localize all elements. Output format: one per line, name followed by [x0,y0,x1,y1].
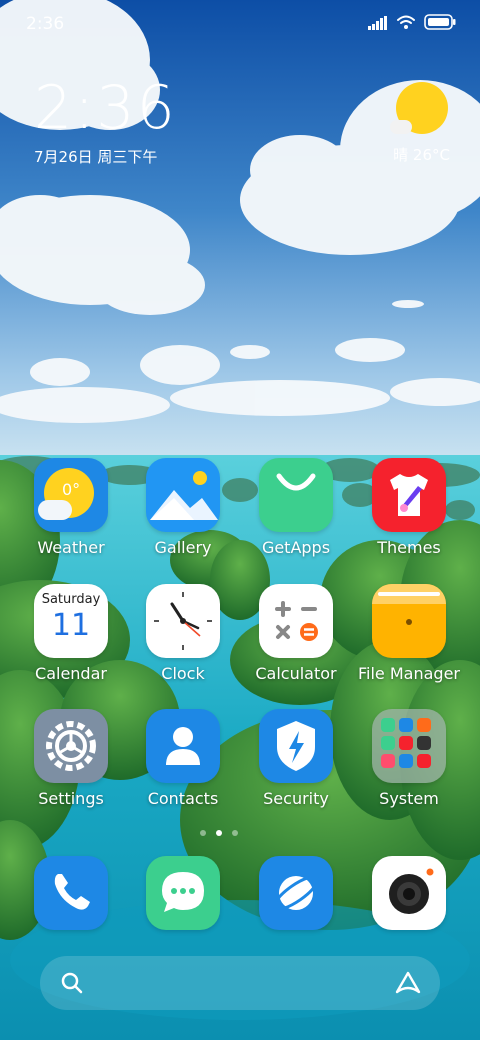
clock-face-icon [146,584,220,658]
calendar-icon: Saturday 11 [34,584,108,658]
dock-browser[interactable] [241,856,351,930]
app-label: Security [263,789,329,808]
app-settings[interactable]: Settings [16,709,126,808]
app-label: Themes [377,538,441,557]
calendar-icon-day: Saturday [41,592,101,607]
phone-icon [34,856,108,930]
app-label: Weather [37,538,105,557]
person-icon [146,709,220,783]
app-file-manager[interactable]: File Manager [354,584,464,683]
app-security[interactable]: Security [241,709,351,808]
clock-widget-date[interactable]: 7月26日 周三下午 [34,146,157,167]
status-bar: 2:36 [0,0,480,48]
chat-bubble-icon [146,856,220,930]
gear-icon [34,709,108,783]
app-folder-icon [372,709,446,783]
weather-app-temp: 0° [62,480,81,499]
app-label: Clock [161,664,205,683]
clock-widget-time[interactable]: 2:36 [34,78,177,138]
page-dot[interactable] [232,830,238,836]
shopping-bag-icon [259,458,333,532]
app-weather[interactable]: 0° Weather [16,458,126,557]
dock-phone[interactable] [16,856,126,930]
page-dot-current[interactable] [216,830,222,836]
folder-icon [372,584,446,658]
calculator-icon [259,584,333,658]
sun-cloud-icon [389,82,448,134]
app-label: Contacts [147,789,219,808]
app-gallery[interactable]: Gallery [128,458,238,557]
weather-widget[interactable]: 晴 26°C [389,82,450,165]
search-bar[interactable] [40,956,440,1010]
shield-bolt-icon [259,709,333,783]
app-label: System [379,789,439,808]
app-clock[interactable]: Clock [128,584,238,683]
planet-icon [259,856,333,930]
status-time: 2:36 [26,14,65,34]
app-label: Calendar [35,664,107,683]
theme-shirt-icon [372,458,446,532]
app-label: File Manager [358,664,460,683]
wifi-icon [396,14,416,34]
app-calendar[interactable]: Saturday 11 Calendar [16,584,126,683]
search-icon[interactable] [60,971,84,999]
weather-app-icon: 0° [34,458,108,532]
dock-messages[interactable] [128,856,238,930]
app-calculator[interactable]: Calculator [241,584,351,683]
calendar-icon-date: 11 [51,608,91,643]
app-getapps[interactable]: GetApps [241,458,351,557]
camera-icon [372,856,446,930]
gallery-icon [146,458,220,532]
app-label: Calculator [255,664,337,683]
app-contacts[interactable]: Contacts [128,709,238,808]
dock-camera[interactable] [354,856,464,930]
app-label: GetApps [261,538,331,557]
signal-icon [368,15,388,34]
app-label: Settings [38,789,104,808]
app-label: Gallery [154,538,212,557]
weather-widget-text: 晴 26°C [393,146,450,164]
page-dot[interactable] [200,830,206,836]
battery-icon [424,14,456,34]
app-themes[interactable]: Themes [354,458,464,557]
page-indicator[interactable] [200,830,238,836]
app-folder-system[interactable]: System [354,709,464,808]
assistant-icon[interactable] [394,970,422,1000]
